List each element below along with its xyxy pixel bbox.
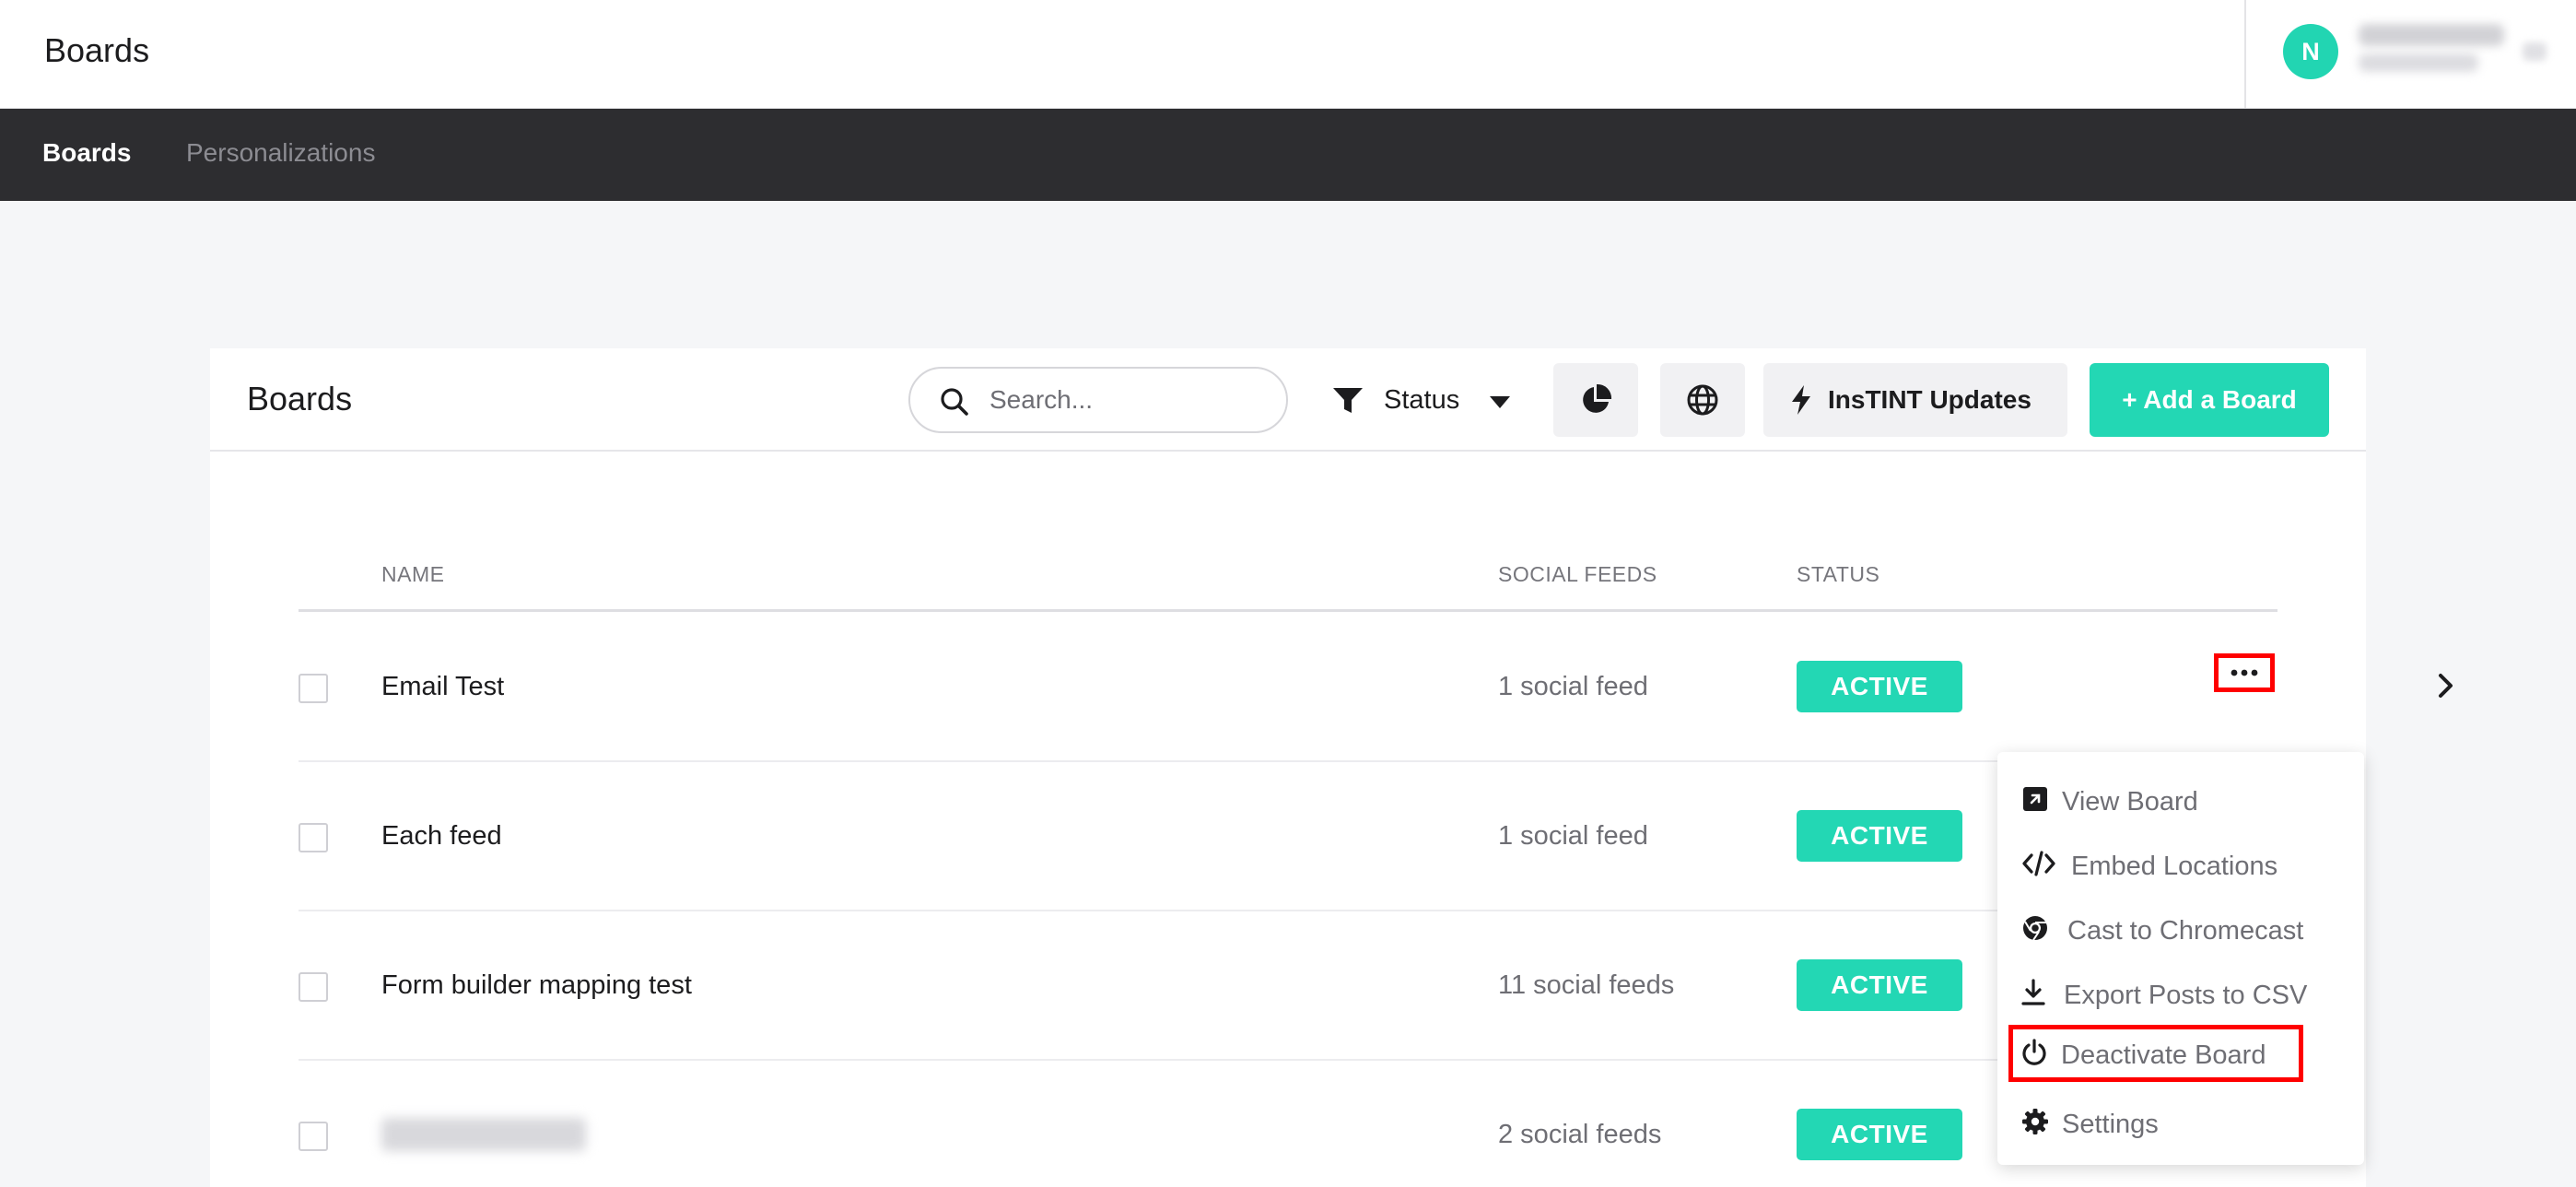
row-checkbox[interactable]	[299, 674, 328, 703]
social-feed-count: 2 social feeds	[1498, 1120, 1662, 1149]
main-nav: Boards Personalizations	[0, 109, 2576, 201]
chrome-icon	[2023, 916, 2047, 941]
board-actions-menu: View Board Embed Locations Cast to Chrom…	[1997, 752, 2364, 1165]
menu-item-view-board[interactable]: View Board	[2014, 772, 2346, 829]
menu-item-export-posts-to-csv[interactable]: Export Posts to CSV	[2014, 966, 2346, 1023]
globe-icon	[1687, 384, 1718, 416]
menu-item-settings[interactable]: Settings	[2014, 1095, 2346, 1152]
user-menu-caret-icon[interactable]	[2523, 42, 2547, 61]
menu-item-label: Cast to Chromecast	[2067, 916, 2304, 946]
nav-item-boards[interactable]: Boards	[42, 138, 131, 168]
menu-item-cast-to-chromecast[interactable]: Cast to Chromecast	[2014, 901, 2346, 958]
app-title: Boards	[44, 31, 150, 69]
row-checkbox[interactable]	[299, 972, 328, 1002]
more-options-button[interactable]	[2214, 653, 2275, 692]
menu-item-label: Deactivate Board	[2061, 1040, 2266, 1070]
search-input[interactable]	[989, 382, 1266, 418]
column-header-social-feeds[interactable]: SOCIAL FEEDS	[1498, 562, 1657, 587]
user-menu[interactable]: N	[2244, 0, 2576, 109]
status-badge: ACTIVE	[1797, 810, 1962, 862]
menu-item-embed-locations[interactable]: Embed Locations	[2014, 837, 2346, 894]
board-name[interactable]: Form builder mapping test	[381, 970, 692, 1001]
globe-button[interactable]	[1660, 363, 1745, 437]
social-feed-count: 1 social feed	[1498, 821, 1648, 851]
instint-updates-label: InsTINT Updates	[1828, 385, 2032, 414]
avatar[interactable]: N	[2283, 24, 2338, 79]
row-checkbox[interactable]	[299, 1122, 328, 1151]
status-filter-label: Status	[1384, 385, 1460, 415]
user-name-redacted	[2359, 24, 2504, 46]
power-icon	[2022, 1039, 2046, 1065]
menu-item-deactivate-board[interactable]: Deactivate Board	[2008, 1025, 2303, 1082]
filter-icon	[1333, 388, 1363, 413]
row-checkbox[interactable]	[299, 823, 328, 852]
table-row[interactable]: 2 social feeds ACTIVE	[299, 1061, 2277, 1187]
caret-down-icon	[1490, 396, 1510, 408]
social-feed-count: 1 social feed	[1498, 672, 1648, 701]
add-board-button[interactable]: + Add a Board	[2090, 363, 2329, 437]
code-icon	[2022, 851, 2055, 876]
column-header-name[interactable]: NAME	[381, 562, 444, 587]
analytics-button[interactable]	[1553, 363, 1638, 437]
column-header-status[interactable]: STATUS	[1797, 562, 1879, 587]
table-row[interactable]: Form builder mapping test 11 social feed…	[299, 911, 2277, 1061]
chevron-right-icon[interactable]	[2436, 670, 2456, 701]
board-name[interactable]: Email Test	[381, 672, 504, 702]
status-filter-dropdown[interactable]: Status	[1332, 367, 1535, 433]
external-link-icon	[2023, 787, 2047, 811]
board-name[interactable]: Each feed	[381, 821, 502, 852]
menu-item-label: Export Posts to CSV	[2064, 981, 2308, 1010]
user-email-redacted	[2359, 53, 2478, 72]
table-header: NAME SOCIAL FEEDS STATUS	[299, 562, 2277, 612]
board-name-redacted[interactable]	[381, 1118, 586, 1151]
bolt-icon	[1792, 385, 1810, 415]
menu-item-label: Settings	[2062, 1110, 2159, 1139]
search-box[interactable]	[908, 367, 1288, 433]
status-badge: ACTIVE	[1797, 1109, 1962, 1160]
ellipsis-icon	[2231, 669, 2258, 676]
top-header: Boards N	[0, 0, 2576, 109]
pie-chart-icon	[1583, 383, 1612, 413]
social-feed-count: 11 social feeds	[1498, 970, 1675, 1000]
menu-item-label: Embed Locations	[2071, 852, 2278, 881]
status-badge: ACTIVE	[1797, 661, 1962, 712]
table-row[interactable]: Email Test 1 social feed ACTIVE	[299, 613, 2453, 762]
download-icon	[2021, 979, 2045, 1005]
gear-icon	[2022, 1109, 2048, 1134]
card-title: Boards	[247, 380, 353, 417]
nav-item-personalizations[interactable]: Personalizations	[186, 138, 375, 168]
menu-item-label: View Board	[2062, 787, 2198, 817]
boards-toolbar: Boards Status	[210, 348, 2366, 452]
instint-updates-button[interactable]: InsTINT Updates	[1763, 363, 2067, 437]
search-icon	[941, 388, 968, 416]
status-badge: ACTIVE	[1797, 959, 1962, 1011]
table-row[interactable]: Each feed 1 social feed ACTIVE	[299, 762, 2277, 911]
